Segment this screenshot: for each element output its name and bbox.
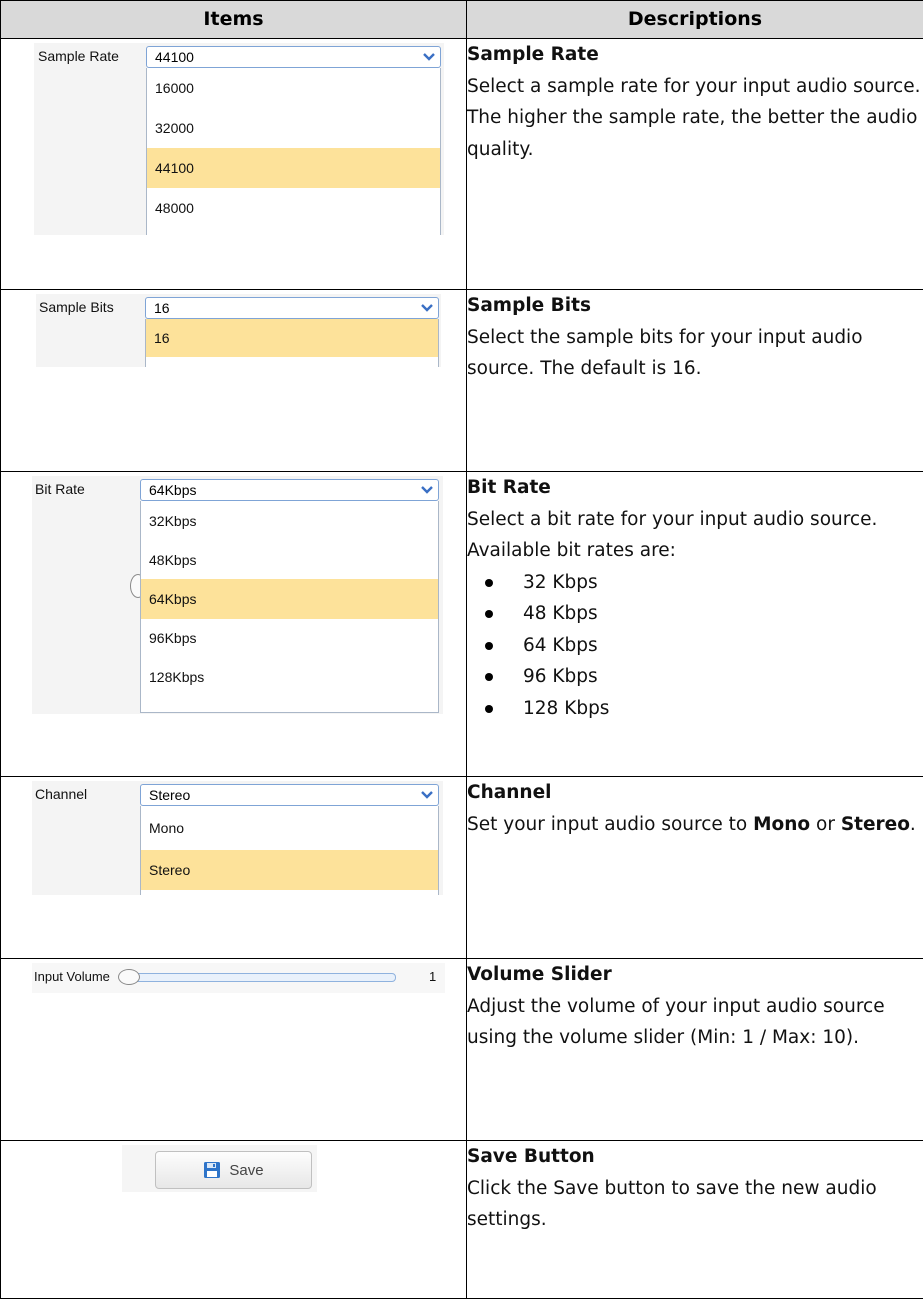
input-volume-label: Input Volume (34, 969, 110, 984)
sample-rate-option[interactable]: 16000 (147, 68, 440, 108)
channel-option-selected[interactable]: Stereo (141, 850, 438, 890)
sample-rate-description-cell: Sample Rate Select a sample rate for you… (466, 38, 923, 290)
save-button[interactable]: Save (155, 1151, 312, 1189)
chevron-down-icon (421, 304, 433, 312)
chevron-down-icon (421, 486, 433, 494)
channel-desc-or: or (810, 813, 841, 835)
sample-bits-select[interactable]: 16 (145, 297, 439, 319)
channel-description-cell: Channel Set your input audio source to M… (466, 776, 923, 959)
channel-row: Channel Stereo Mono Stereo Channel Set y (0, 776, 923, 959)
bit-rate-screenshot: Bit Rate 64Kbps 32Kbps 48Kbps 64Kbps 96K… (32, 476, 443, 714)
sample-bits-options-list: 16 (145, 319, 439, 367)
sample-rate-description: Select a sample rate for your input audi… (467, 75, 921, 160)
bit-rate-list-item: 64 Kbps (467, 630, 923, 662)
channel-mono-term: Mono (753, 813, 811, 835)
bit-rate-select[interactable]: 64Kbps (140, 479, 439, 501)
channel-selected-value: Stereo (149, 787, 191, 803)
audio-settings-table: Items Descriptions Sample Rate 44100 160… (0, 0, 923, 1299)
bit-rate-list-item: 32 Kbps (467, 567, 923, 599)
channel-item-cell: Channel Stereo Mono Stereo (0, 776, 467, 959)
descriptions-header: Descriptions (466, 0, 923, 39)
channel-option[interactable]: Mono (141, 806, 438, 850)
bit-rate-row: Bit Rate 64Kbps 32Kbps 48Kbps 64Kbps 96K… (0, 471, 923, 777)
bit-rate-option[interactable]: 32Kbps (141, 501, 438, 541)
channel-desc-suffix: . (909, 813, 916, 835)
bit-rate-option[interactable]: 48Kbps (141, 541, 438, 579)
save-description-cell: Save Button Click the Save button to sav… (466, 1140, 923, 1299)
sample-bits-label: Sample Bits (39, 299, 114, 315)
bit-rate-title: Bit Rate (467, 477, 551, 498)
bit-rate-item-cell: Bit Rate 64Kbps 32Kbps 48Kbps 64Kbps 96K… (0, 471, 467, 777)
volume-description: Adjust the volume of your input audio so… (467, 995, 885, 1049)
bit-rate-option-selected[interactable]: 64Kbps (141, 579, 438, 619)
sample-bits-row: Sample Bits 16 16 Sample Bits Select the… (0, 289, 923, 472)
sample-bits-selected-value: 16 (154, 300, 170, 316)
sample-bits-description-cell: Sample Bits Select the sample bits for y… (466, 289, 923, 472)
channel-options-list: Mono Stereo (140, 806, 439, 895)
sample-rate-title: Sample Rate (467, 44, 599, 65)
bit-rate-description: Select a bit rate for your input audio s… (467, 508, 878, 562)
volume-title: Volume Slider (467, 964, 612, 985)
save-screenshot: Save (122, 1145, 317, 1192)
sample-bits-item-cell: Sample Bits 16 16 (0, 289, 467, 472)
sample-rate-option[interactable]: 32000 (147, 108, 440, 148)
save-row: Save Save Button Click the Save button t… (0, 1140, 923, 1299)
channel-label: Channel (35, 786, 88, 802)
volume-screenshot: Input Volume 1 (32, 963, 445, 993)
bit-rate-list-item: 96 Kbps (467, 661, 923, 693)
sample-bits-screenshot: Sample Bits 16 16 (36, 294, 441, 367)
chevron-down-icon (421, 791, 433, 799)
sample-rate-selected-value: 44100 (155, 49, 194, 65)
channel-screenshot: Channel Stereo Mono Stereo (32, 781, 443, 895)
sample-bits-option-selected[interactable]: 16 (146, 319, 438, 357)
bit-rate-option[interactable]: 96Kbps (141, 619, 438, 657)
volume-slider-track[interactable] (124, 973, 396, 982)
sample-bits-title: Sample Bits (467, 295, 591, 316)
sample-rate-option[interactable]: 48000 (147, 188, 440, 228)
bit-rate-description-cell: Bit Rate Select a bit rate for your inpu… (466, 471, 923, 777)
sample-rate-screenshot: Sample Rate 44100 16000 32000 44100 4800… (34, 43, 444, 235)
volume-slider-knob[interactable] (118, 969, 140, 985)
volume-item-cell: Input Volume 1 (0, 958, 467, 1141)
bit-rate-options-list: 32Kbps 48Kbps 64Kbps 96Kbps 128Kbps (140, 501, 439, 713)
sample-rate-item-cell: Sample Rate 44100 16000 32000 44100 4800… (0, 38, 467, 290)
save-button-label: Save (229, 1161, 264, 1179)
sample-rate-option-selected[interactable]: 44100 (147, 148, 440, 188)
chevron-down-icon (423, 53, 435, 61)
sample-rate-label: Sample Rate (38, 48, 119, 64)
save-item-cell: Save (0, 1140, 467, 1299)
sample-rate-row: Sample Rate 44100 16000 32000 44100 4800… (0, 38, 923, 290)
save-title: Save Button (467, 1146, 595, 1167)
sample-rate-options-list: 16000 32000 44100 48000 (146, 68, 441, 235)
bit-rate-list-item: 128 Kbps (467, 693, 923, 725)
bit-rate-label: Bit Rate (35, 481, 85, 497)
channel-description: Set your input audio source to Mono or S… (467, 814, 916, 835)
volume-row: Input Volume 1 Volume Slider Adjust the … (0, 958, 923, 1141)
volume-value: 1 (429, 969, 437, 984)
floppy-disk-icon (204, 1162, 221, 1178)
sample-rate-select[interactable]: 44100 (146, 46, 441, 68)
items-header: Items (0, 0, 467, 39)
channel-stereo-term: Stereo (840, 813, 910, 835)
bit-rate-list: 32 Kbps 48 Kbps 64 Kbps 96 Kbps 128 Kbps (467, 567, 923, 725)
bit-rate-option[interactable]: 128Kbps (141, 657, 438, 697)
sample-bits-description: Select the sample bits for your input au… (467, 326, 863, 380)
channel-desc-prefix: Set your input audio source to (467, 813, 754, 835)
channel-select[interactable]: Stereo (140, 784, 439, 806)
channel-title: Channel (467, 782, 552, 803)
volume-description-cell: Volume Slider Adjust the volume of your … (466, 958, 923, 1141)
save-description: Click the Save button to save the new au… (467, 1177, 877, 1231)
bit-rate-list-item: 48 Kbps (467, 598, 923, 630)
bit-rate-selected-value: 64Kbps (149, 482, 197, 498)
